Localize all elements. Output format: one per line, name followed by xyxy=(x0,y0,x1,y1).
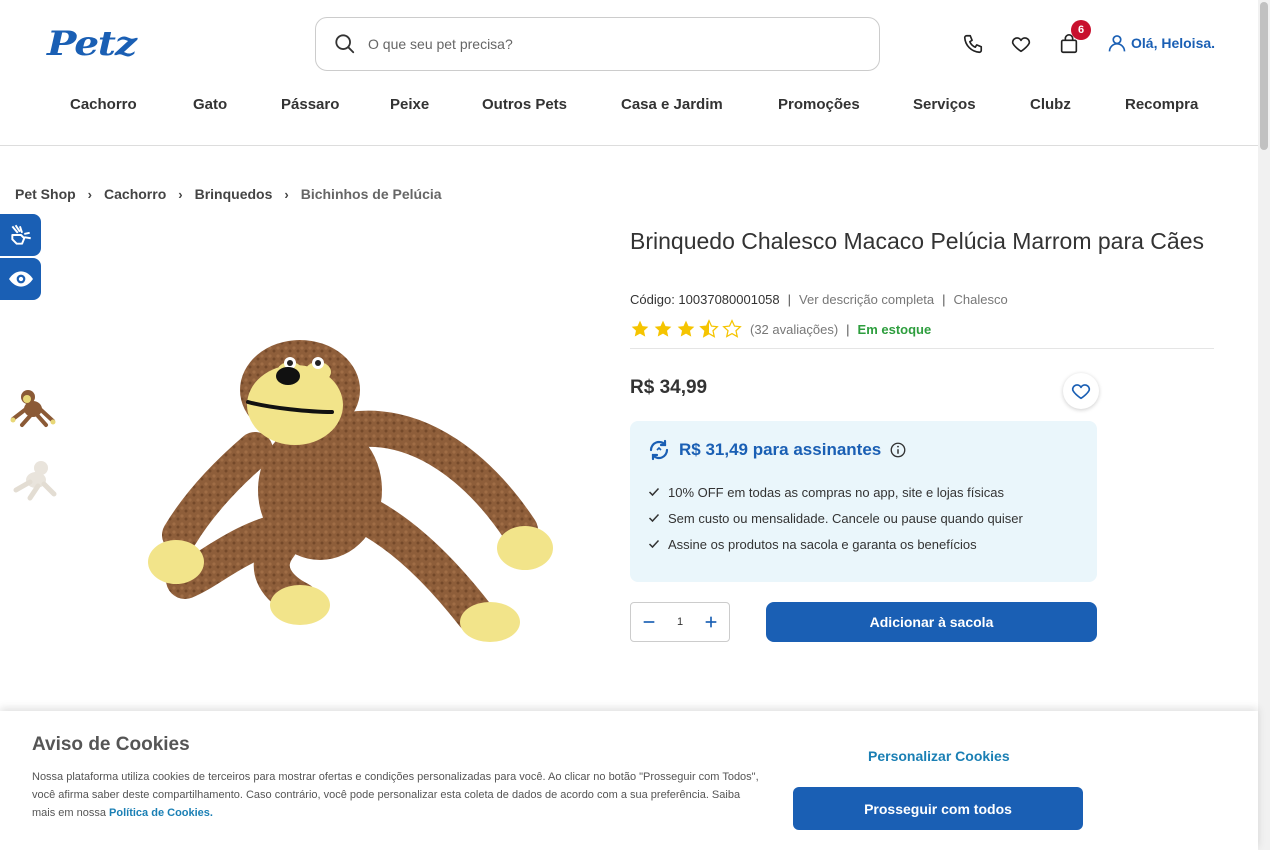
cart-count-badge: 6 xyxy=(1071,20,1091,40)
breadcrumb: Pet Shop › Cachorro › Brinquedos › Bichi… xyxy=(15,186,442,202)
cookie-title: Aviso de Cookies xyxy=(32,734,190,755)
product-price: R$ 34,99 xyxy=(630,377,708,398)
page-scrollbar[interactable] xyxy=(1258,0,1270,850)
nav-item[interactable]: Outros Pets xyxy=(482,96,567,113)
product-code: Código: 10037080001058 xyxy=(630,292,780,307)
subscriber-price: R$ 31,49 para assinantes xyxy=(679,440,882,459)
description-link[interactable]: Ver descrição completa xyxy=(799,292,934,307)
cookie-policy-link[interactable]: Política de Cookies. xyxy=(109,807,213,819)
check-icon xyxy=(648,513,660,523)
user-account[interactable]: Olá, Heloisa. xyxy=(1107,32,1215,54)
main-nav: Cachorro Gato Pássaro Peixe Outros Pets … xyxy=(0,96,1260,120)
brand-link[interactable]: Chalesco xyxy=(954,292,1008,307)
sign-language-button[interactable] xyxy=(0,214,41,256)
benefit-text: Assine os produtos na sacola e garanta o… xyxy=(668,536,977,552)
chevron-right-icon: › xyxy=(178,186,183,202)
plus-icon[interactable] xyxy=(703,614,719,630)
eye-icon xyxy=(8,271,33,287)
personalize-cookies-button[interactable]: Personalizar Cookies xyxy=(868,748,1010,764)
check-icon xyxy=(648,539,660,549)
benefit-text: Sem custo ou mensalidade. Cancele ou pau… xyxy=(668,510,1023,526)
separator: | xyxy=(942,292,946,307)
sign-language-icon xyxy=(10,224,31,245)
user-icon xyxy=(1108,35,1126,52)
product-title: Brinquedo Chalesco Macaco Pelúcia Marrom… xyxy=(630,228,1205,254)
favorite-button[interactable] xyxy=(1063,373,1099,409)
product-image[interactable] xyxy=(140,330,560,660)
separator: | xyxy=(787,292,792,307)
separator: | xyxy=(846,321,850,337)
product-meta: Código: 10037080001058 | Ver descrição c… xyxy=(630,292,1008,307)
benefits-list: 10% OFF em todas as compras no app, site… xyxy=(648,479,1023,557)
nav-item[interactable]: Cachorro xyxy=(70,96,137,113)
stock-status: Em estoque xyxy=(857,321,932,337)
search-icon xyxy=(335,34,355,54)
breadcrumb-current: Bichinhos de Pelúcia xyxy=(300,186,442,202)
product-thumbnail[interactable] xyxy=(8,383,58,431)
product-thumbnail[interactable] xyxy=(8,456,58,504)
star-full-icon xyxy=(677,320,695,337)
quantity-stepper: 1 xyxy=(630,602,730,642)
divider xyxy=(630,348,1214,349)
heart-icon[interactable] xyxy=(1009,32,1033,56)
rating-row: (32 avaliações) | Em estoque xyxy=(630,319,931,339)
header-divider xyxy=(0,145,1258,146)
nav-item[interactable]: Pássaro xyxy=(281,96,339,113)
check-icon xyxy=(648,487,660,497)
rating-stars[interactable] xyxy=(630,319,742,339)
add-to-cart-button[interactable]: Adicionar à sacola xyxy=(766,602,1097,642)
cookie-banner: Aviso de Cookies Nossa plataforma utiliz… xyxy=(0,711,1258,850)
cookie-text: Nossa plataforma utiliza cookies de terc… xyxy=(32,768,762,822)
benefit-item: 10% OFF em todas as compras no app, site… xyxy=(648,479,1023,505)
chevron-right-icon: › xyxy=(284,186,289,202)
star-full-icon xyxy=(654,320,672,337)
nav-item[interactable]: Clubz xyxy=(1030,96,1071,113)
accept-all-cookies-button[interactable]: Prosseguir com todos xyxy=(793,787,1083,830)
info-icon[interactable] xyxy=(889,441,907,459)
star-full-icon xyxy=(631,320,649,337)
breadcrumb-item[interactable]: Pet Shop xyxy=(15,186,76,202)
chevron-right-icon: › xyxy=(87,186,93,202)
search-bar[interactable] xyxy=(315,17,880,71)
nav-item[interactable]: Casa e Jardim xyxy=(621,96,723,113)
breadcrumb-item[interactable]: Brinquedos xyxy=(195,186,273,202)
nav-item[interactable]: Promoções xyxy=(778,96,860,113)
nav-item[interactable]: Gato xyxy=(193,96,227,113)
minus-icon[interactable] xyxy=(641,614,657,630)
petz-logo[interactable]: Petz xyxy=(47,27,137,61)
review-count[interactable]: (32 avaliações) xyxy=(750,322,838,337)
nav-item[interactable]: Serviços xyxy=(913,96,976,113)
benefit-item: Assine os produtos na sacola e garanta o… xyxy=(648,531,1023,557)
nav-item[interactable]: Recompra xyxy=(1125,96,1198,113)
phone-icon[interactable] xyxy=(961,32,985,56)
accessibility-vision-button[interactable] xyxy=(0,258,41,300)
subscription-header: R$ 31,49 para assinantes xyxy=(647,438,907,462)
user-greeting: Olá, Heloisa. xyxy=(1131,35,1216,51)
quantity-value[interactable]: 1 xyxy=(677,616,683,628)
scrollbar-thumb[interactable] xyxy=(1260,2,1268,150)
search-input[interactable] xyxy=(368,36,788,52)
star-half-icon xyxy=(699,319,719,338)
refresh-icon xyxy=(649,439,669,461)
subscription-box: R$ 31,49 para assinantes 10% OFF em toda… xyxy=(630,421,1097,582)
heart-icon xyxy=(1071,384,1091,400)
benefit-item: Sem custo ou mensalidade. Cancele ou pau… xyxy=(648,505,1023,531)
nav-item[interactable]: Peixe xyxy=(390,96,429,113)
star-empty-icon xyxy=(722,319,742,338)
breadcrumb-item[interactable]: Cachorro xyxy=(104,186,166,202)
benefit-text: 10% OFF em todas as compras no app, site… xyxy=(668,484,1004,500)
